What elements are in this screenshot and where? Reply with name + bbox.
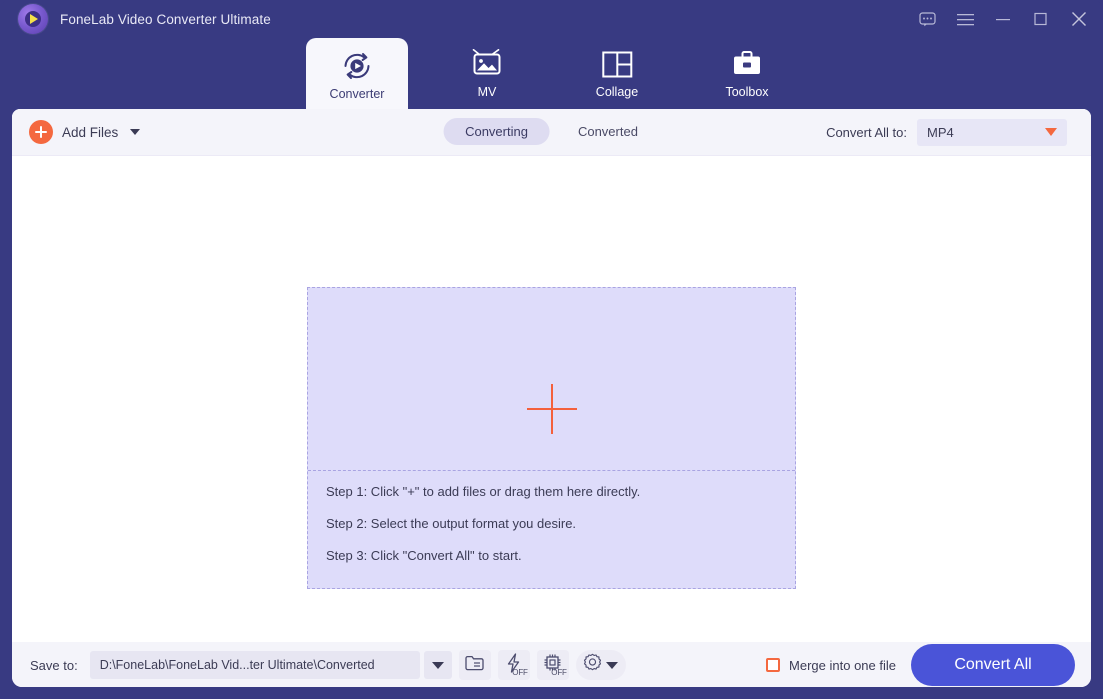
merge-into-one-file-option[interactable]: Merge into one file: [766, 658, 896, 673]
bottom-bar: Save to: D:\FoneLab\FoneLab Vid...ter Ul…: [12, 642, 1091, 687]
save-to-label: Save to:: [30, 657, 78, 673]
toolbox-icon: [731, 46, 763, 82]
app-title: FoneLab Video Converter Ultimate: [60, 11, 271, 27]
list-item: Step 2: Select the output format you des…: [326, 516, 577, 531]
open-folder-icon: [465, 655, 484, 676]
save-path-value: D:\FoneLab\FoneLab Vid...ter Ultimate\Co…: [99, 658, 375, 672]
tab-converter[interactable]: Converter: [306, 38, 408, 109]
save-path-input[interactable]: D:\FoneLab\FoneLab Vid...ter Ultimate\Co…: [89, 651, 420, 679]
gpu-acceleration-button[interactable]: OFF: [536, 650, 569, 680]
chevron-down-icon: [431, 661, 444, 669]
menu-icon[interactable]: [955, 9, 975, 29]
convert-all-button[interactable]: Convert All: [911, 644, 1075, 686]
save-path-dropdown[interactable]: [423, 651, 452, 679]
chevron-down-icon[interactable]: [130, 129, 141, 135]
status-tabs: Converting Converted: [443, 118, 660, 145]
main-nav: Converter MV Collage Toolbox: [0, 38, 1103, 109]
list-item: Step 1: Click "+" to add files or drag t…: [326, 484, 641, 499]
tab-label-converter: Converter: [329, 87, 385, 101]
file-dropzone[interactable]: Step 1: Click "+" to add files or drag t…: [307, 287, 796, 589]
add-files-button[interactable]: Add Files: [29, 109, 141, 155]
feedback-icon[interactable]: [917, 9, 937, 29]
large-plus-icon[interactable]: [526, 384, 577, 434]
plus-circle-icon: [29, 120, 53, 144]
chevron-down-icon: [606, 661, 619, 669]
convert-all-to-group: Convert All to: MP4: [826, 109, 1067, 155]
converter-icon: [340, 48, 374, 84]
settings-gear-icon: [583, 653, 602, 677]
tab-mv[interactable]: MV: [436, 38, 538, 109]
main-stage: Step 1: Click "+" to add files or drag t…: [12, 156, 1091, 642]
app-window: FoneLab Video Converter Ultimate Convert…: [0, 0, 1103, 699]
dropzone-divider: [308, 470, 795, 471]
minimize-icon[interactable]: [993, 9, 1013, 29]
tab-collage[interactable]: Collage: [566, 38, 668, 109]
tab-converted[interactable]: Converted: [556, 118, 660, 145]
tab-converting[interactable]: Converting: [443, 118, 550, 145]
hardware-acceleration-state: OFF: [512, 668, 528, 677]
hardware-acceleration-button[interactable]: OFF: [497, 650, 530, 680]
tab-toolbox[interactable]: Toolbox: [696, 38, 798, 109]
close-icon[interactable]: [1069, 9, 1089, 29]
tab-label-collage: Collage: [595, 85, 639, 99]
collage-icon: [601, 46, 633, 82]
format-select[interactable]: MP4: [917, 118, 1067, 146]
fonelab-logo-icon: [18, 4, 48, 34]
title-bar: FoneLab Video Converter Ultimate: [0, 0, 1103, 38]
tab-label-mv: MV: [477, 85, 497, 99]
maximize-icon[interactable]: [1031, 9, 1051, 29]
content-area: Add Files Converting Converted Convert A…: [12, 109, 1091, 687]
format-value: MP4: [927, 124, 954, 140]
merge-label: Merge into one file: [789, 657, 896, 673]
merge-checkbox[interactable]: [766, 658, 781, 672]
window-controls: [917, 0, 1089, 38]
list-item: Step 3: Click "Convert All" to start.: [326, 548, 522, 563]
gpu-acceleration-state: OFF: [551, 668, 567, 677]
tab-label-toolbox: Toolbox: [725, 85, 769, 99]
settings-button[interactable]: [575, 650, 626, 680]
mv-icon: [470, 46, 504, 82]
add-files-label: Add Files: [62, 124, 119, 140]
steps-list: Step 1: Click "+" to add files or drag t…: [326, 484, 785, 580]
chevron-down-icon: [1045, 128, 1057, 136]
content-toolbar: Add Files Converting Converted Convert A…: [12, 109, 1091, 156]
open-folder-button[interactable]: [458, 650, 491, 680]
convert-all-to-label: Convert All to:: [826, 124, 907, 140]
